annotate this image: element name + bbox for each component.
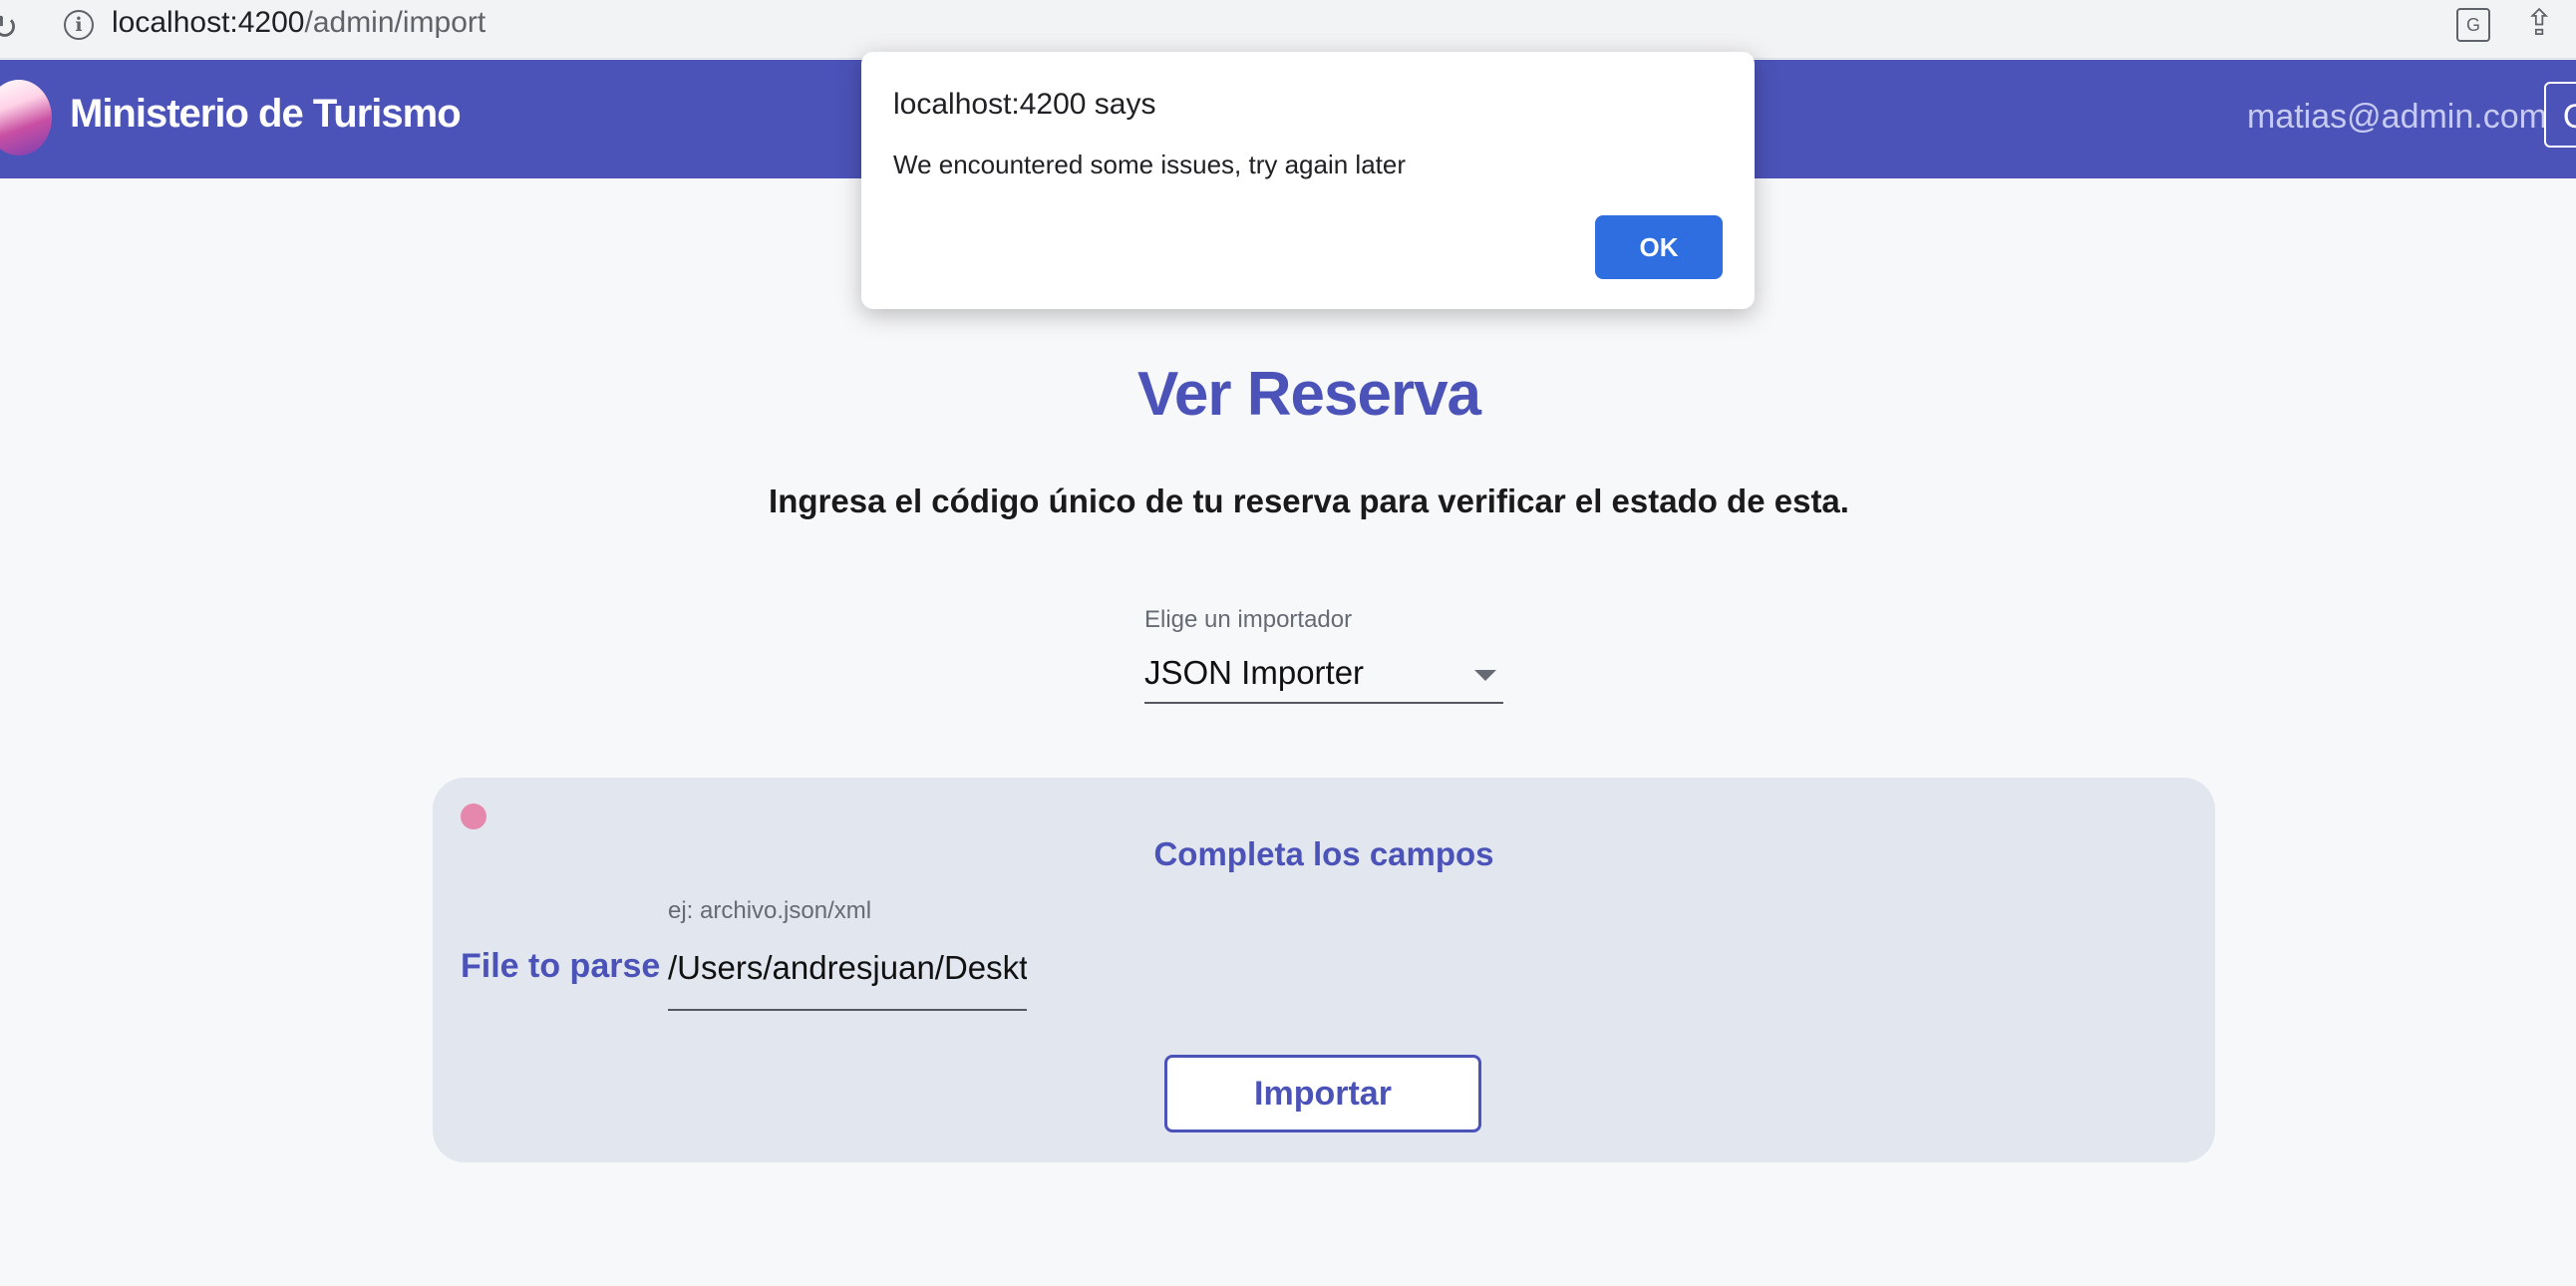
alert-message: We encountered some issues, try again la… xyxy=(893,150,1407,179)
alert-ok-button[interactable]: OK xyxy=(1595,215,1723,279)
ministry-logo[interactable] xyxy=(0,80,52,156)
url-field[interactable]: localhost:4200/admin/import xyxy=(112,6,485,40)
file-path-hint: ej: archivo.json/xml xyxy=(668,897,872,924)
app-title[interactable]: Ministerio de Turismo xyxy=(70,92,462,137)
import-card: Completa los campos File to parse ej: ar… xyxy=(433,778,2215,1162)
file-path-underline xyxy=(668,1009,1027,1011)
page-subtitle: Ingresa el código único de tu reserva pa… xyxy=(769,482,1849,519)
status-dot xyxy=(461,804,486,829)
user-email: matias@admin.com xyxy=(2247,98,2547,136)
file-to-parse-label: File to parse xyxy=(461,947,661,985)
reload-icon[interactable]: ↻ xyxy=(0,8,19,48)
import-button[interactable]: Importar xyxy=(1164,1055,1481,1132)
card-title: Completa los campos xyxy=(1153,835,1494,872)
importer-select-label: Elige un importador xyxy=(1144,606,1353,633)
translate-icon[interactable]: G xyxy=(2456,8,2490,42)
importer-select[interactable]: Elige un importador JSON Importer xyxy=(1144,602,1503,704)
share-icon[interactable]: ⇪ xyxy=(2524,2,2554,44)
header-action-button[interactable]: C xyxy=(2544,82,2576,148)
dropdown-arrow-icon[interactable] xyxy=(1474,670,1496,681)
alert-dialog: localhost:4200 says We encountered some … xyxy=(861,52,1755,309)
importer-select-value[interactable]: JSON Importer xyxy=(1144,654,1364,692)
site-info-icon[interactable]: i xyxy=(64,10,94,40)
file-path-field: ej: archivo.json/xml xyxy=(668,897,1027,1013)
alert-title: localhost:4200 says xyxy=(893,88,1156,121)
page-title: Ver Reserva xyxy=(1136,360,1481,429)
url-host: localhost:4200 xyxy=(112,6,305,39)
url-path: /admin/import xyxy=(304,6,486,39)
select-underline xyxy=(1144,702,1503,704)
browser-address-bar: ↻ i localhost:4200/admin/import G ⇪ xyxy=(0,0,2576,59)
file-path-input[interactable] xyxy=(668,933,1027,1003)
